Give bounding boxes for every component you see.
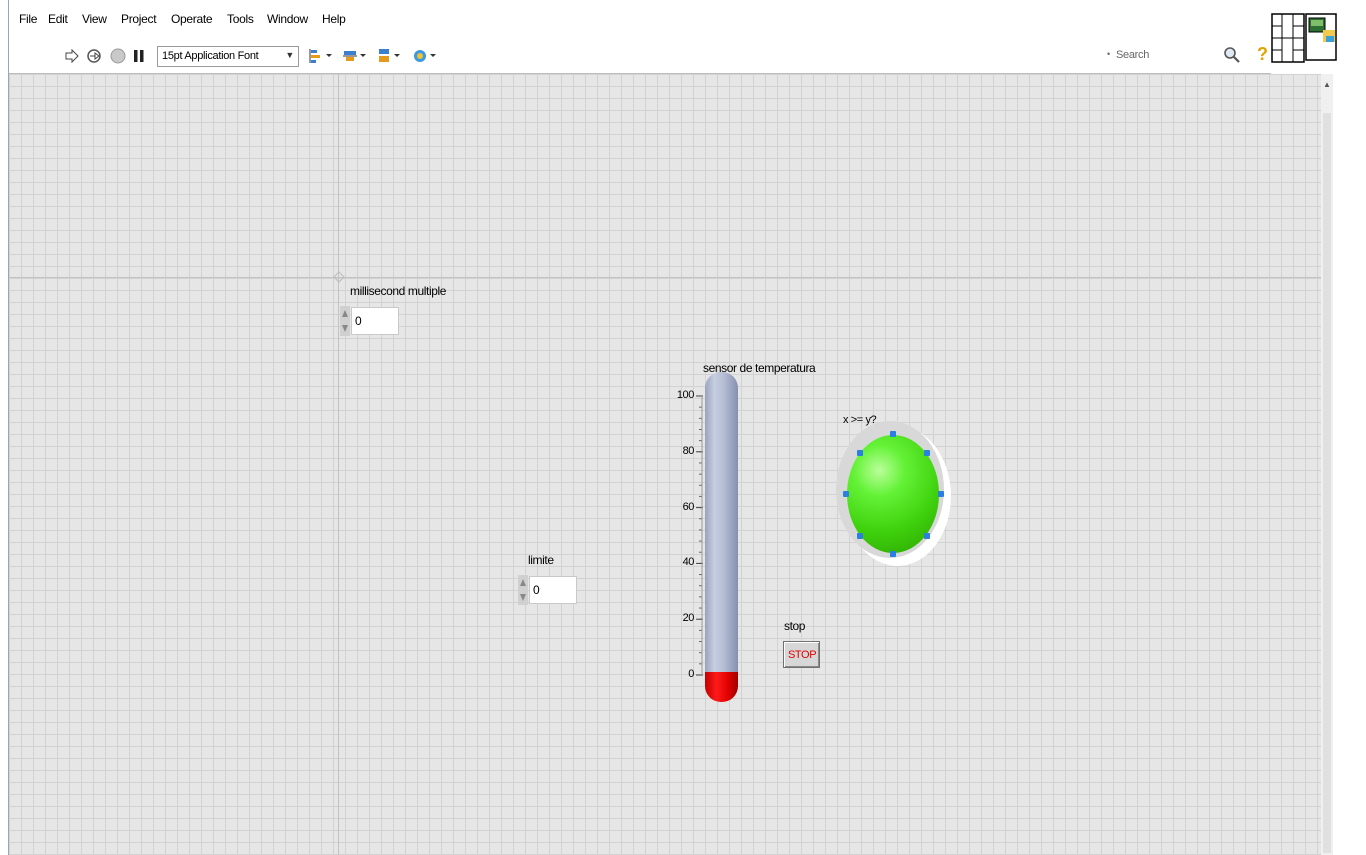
thermometer-tick-label: 20 [682, 612, 695, 625]
selection-handle[interactable] [924, 533, 930, 539]
selection-handle[interactable] [857, 450, 863, 456]
selection-handle[interactable] [924, 450, 930, 456]
menu-file[interactable]: File [19, 12, 37, 26]
thermometer-tube[interactable] [705, 372, 738, 674]
thermometer-tick-label: 40 [682, 556, 695, 569]
limite-control[interactable]: 0 [518, 575, 580, 605]
help-icon[interactable]: ? [1257, 44, 1268, 65]
font-select[interactable]: 15pt Application Font ▼ [157, 46, 299, 67]
origin-line-vertical [338, 74, 339, 855]
menu-project[interactable]: Project [121, 12, 157, 26]
selection-handle[interactable] [890, 431, 896, 437]
font-select-value: 15pt Application Font [162, 50, 259, 62]
search-input[interactable]: • Search [1107, 46, 1237, 65]
increment-decrement-icon[interactable] [518, 575, 528, 605]
run-arrow-icon[interactable] [62, 46, 82, 66]
menu-edit[interactable]: Edit [48, 12, 68, 26]
chevron-down-icon: ▼ [285, 50, 294, 60]
vi-icon-area [1271, 0, 1366, 73]
thermometer-tick-label: 60 [682, 500, 695, 513]
menu-tools[interactable]: Tools [227, 12, 254, 26]
menu-operate[interactable]: Operate [171, 12, 213, 26]
distribute-objects-icon[interactable] [341, 46, 369, 66]
menu-view[interactable]: View [82, 12, 107, 26]
millisecond-multiple-field[interactable]: 0 [351, 307, 399, 335]
millisecond-multiple-control[interactable]: 0 [340, 306, 402, 336]
search-bullet-icon: • [1107, 49, 1111, 59]
limite-value: 0 [533, 583, 540, 597]
resize-objects-icon[interactable] [375, 46, 403, 66]
limite-field[interactable]: 0 [529, 576, 577, 604]
millisecond-multiple-label: millisecond multiple [350, 284, 447, 298]
selection-handle[interactable] [890, 551, 896, 557]
selection-handle[interactable] [843, 491, 849, 497]
selection-handle[interactable] [857, 533, 863, 539]
led-label: x >= y? [843, 414, 877, 426]
toolbar: 15pt Application Font ▼ • Search ? [9, 38, 1271, 74]
menubar: File Edit View Project Operate Tools Win… [9, 0, 1271, 39]
thermometer-tick-label: 100 [676, 389, 695, 401]
increment-decrement-icon[interactable] [340, 306, 350, 336]
abort-icon[interactable] [108, 46, 128, 66]
reorder-icon[interactable] [411, 46, 439, 66]
search-icon[interactable] [1222, 45, 1242, 65]
thermometer-bulb [705, 672, 738, 702]
window-right-margin [1333, 74, 1366, 855]
connector-pane-icon[interactable] [1271, 0, 1366, 73]
limite-label: limite [528, 553, 554, 567]
scrollbar-thumb[interactable] [1323, 113, 1331, 853]
thermometer-tick-label: 0 [688, 668, 694, 680]
menu-help[interactable]: Help [322, 12, 346, 26]
thermometer-tick-label: 80 [682, 444, 695, 457]
pause-icon[interactable] [129, 46, 149, 66]
origin-marker-icon [333, 271, 345, 283]
stop-button[interactable]: STOP [783, 641, 820, 668]
front-panel[interactable] [9, 74, 1321, 855]
millisecond-multiple-value: 0 [355, 314, 362, 328]
menu-window[interactable]: Window [267, 12, 308, 26]
stop-button-text: STOP [788, 649, 817, 661]
align-objects-icon[interactable] [307, 46, 335, 66]
run-continuously-icon[interactable] [84, 46, 104, 66]
selection-handle[interactable] [938, 491, 944, 497]
origin-line-horizontal [9, 277, 1321, 278]
scroll-up-icon[interactable]: ▲ [1323, 80, 1331, 89]
stop-label: stop [784, 619, 806, 633]
search-placeholder: Search [1116, 49, 1150, 61]
